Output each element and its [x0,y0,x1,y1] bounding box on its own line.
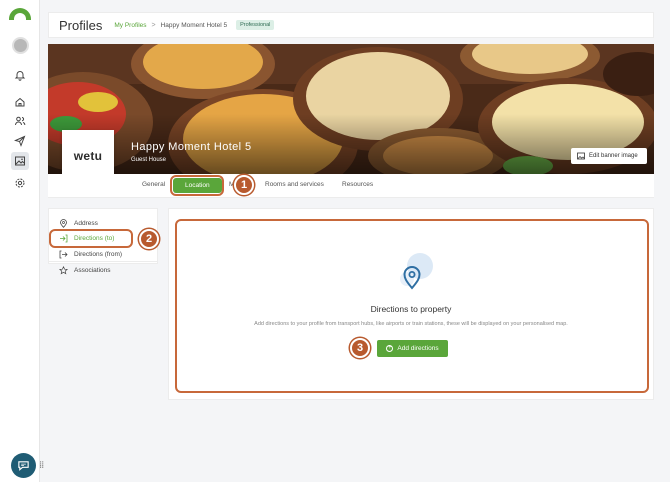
nav-item-associations[interactable]: Associations [59,266,111,275]
settings-icon[interactable] [13,176,27,190]
drag-handle[interactable]: ⁞⁞ [39,460,44,471]
chat-icon[interactable] [11,453,36,478]
hotel-type: Guest House [131,157,167,163]
bell-icon[interactable] [13,68,27,82]
edit-banner-button[interactable]: Edit banner image [571,148,647,164]
breadcrumb-separator: > [151,21,156,29]
map-pin-icon [60,219,67,228]
status-badge: Professional [236,20,275,30]
highlight-directions-panel [175,219,649,393]
nav-item-directions-from[interactable]: Directions (from) [59,250,122,259]
users-icon[interactable] [13,114,27,128]
send-icon[interactable] [13,134,27,148]
nav-label-directions-from: Directions (from) [74,251,123,258]
tab-rooms-and-services[interactable]: Rooms and services [265,181,324,188]
app-logo[interactable] [9,8,31,20]
nav-label-associations: Associations [74,267,111,274]
page-title: Profiles [59,17,103,33]
profile-tabs: General Location M Rooms and services Re… [48,174,654,198]
star-icon [59,266,68,275]
left-rail [0,0,40,482]
tab-general[interactable]: General [142,181,165,188]
highlight-location-tab [170,175,224,196]
breadcrumb-current: Happy Moment Hotel 5 [160,21,228,29]
page-header: Profiles My Profiles > Happy Moment Hote… [48,12,654,38]
home-icon[interactable] [13,95,27,109]
breadcrumb-my-profiles[interactable]: My Profiles [114,22,146,29]
nav-label-address: Address [74,220,98,227]
logout-arrow-icon [59,250,68,259]
image-icon[interactable] [11,152,29,170]
logo-text: wetu [73,149,103,163]
image-icon [577,152,585,160]
tab-resources[interactable]: Resources [342,181,373,188]
hotel-name: Happy Moment Hotel 5 [131,141,252,153]
avatar[interactable] [12,37,29,54]
step-badge-2: 2 [139,229,159,249]
step-badge-3: 3 [350,338,370,358]
step-badge-1: 1 [234,175,254,195]
highlight-directions-to [49,229,133,248]
edit-banner-label: Edit banner image [589,153,638,159]
nav-item-address[interactable]: Address [59,219,98,228]
banner-image: Happy Moment Hotel 5 Guest House Edit ba… [48,44,654,174]
